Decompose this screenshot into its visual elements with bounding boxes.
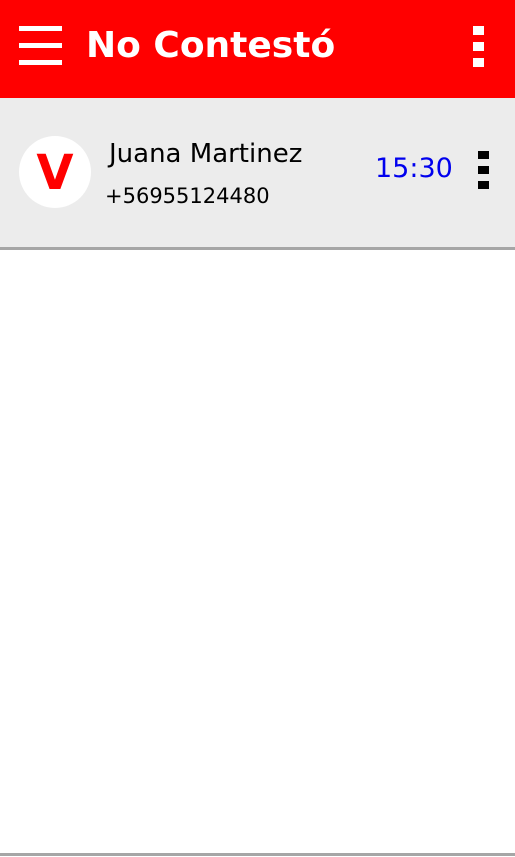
app-screen: No Contestó V Juana Martinez +5695512448…	[0, 0, 515, 857]
page-title: No Contestó	[86, 25, 336, 66]
call-time: 15:30	[375, 153, 453, 184]
contact-phone: +56955124480	[105, 184, 270, 208]
avatar-letter: V	[36, 145, 73, 201]
top-app-bar: No Contestó	[0, 0, 515, 98]
more-vertical-icon[interactable]	[472, 26, 486, 70]
contact-name: Juana Martinez	[109, 139, 303, 169]
avatar-v-logo-icon: V	[36, 145, 73, 201]
call-list-item[interactable]: V Juana Martinez +56955124480 15:30	[0, 98, 515, 250]
bottom-divider	[0, 853, 515, 856]
more-vertical-icon[interactable]	[477, 151, 491, 191]
avatar: V	[19, 136, 91, 208]
hamburger-menu-icon[interactable]	[19, 26, 62, 66]
